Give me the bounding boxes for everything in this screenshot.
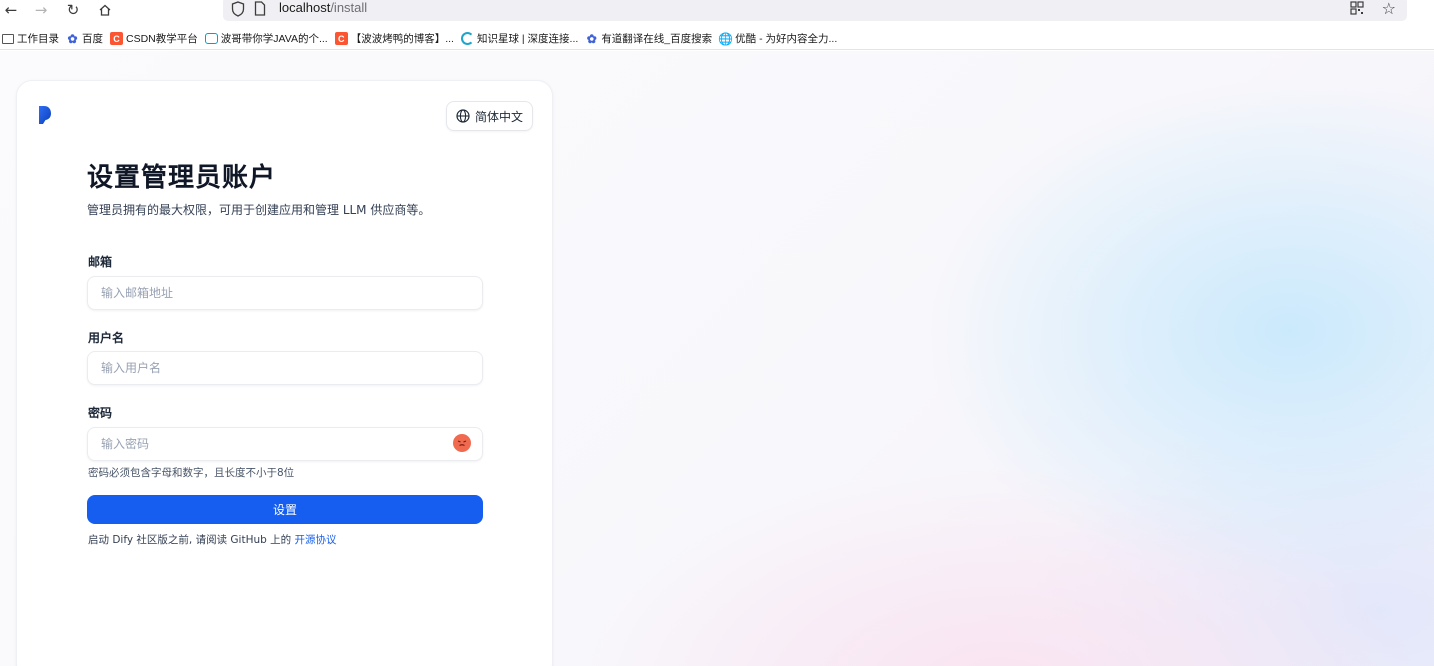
folder-icon <box>2 33 14 44</box>
bookmark-label: 有道翻译在线_百度搜索 <box>601 33 713 45</box>
home-icon[interactable] <box>94 0 116 20</box>
password-hint: 密码必须包含字母和数字，且长度不小于8位 <box>88 467 295 479</box>
forward-icon[interactable]: → <box>30 0 52 20</box>
password-label: 密码 <box>88 406 113 420</box>
language-selector[interactable]: 简体中文 <box>446 101 533 131</box>
page-info-icon[interactable] <box>254 1 266 16</box>
url-path: /install <box>330 0 368 15</box>
paw-icon: ✿ <box>586 31 597 46</box>
license-notice: 启动 Dify 社区版之前, 请阅读 GitHub 上的 开源协议 <box>88 532 336 547</box>
csdn-icon: C <box>334 32 348 45</box>
bookmark-item[interactable]: ✿ 百度 <box>64 28 108 50</box>
bookmark-label: 波哥带你学JAVA的个... <box>220 33 328 45</box>
bilibili-icon <box>204 33 218 44</box>
email-field[interactable] <box>87 276 483 310</box>
bookmark-item[interactable]: 工作目录 <box>0 28 64 50</box>
url-host: localhost <box>279 0 331 15</box>
reload-icon[interactable]: ↻ <box>62 0 84 20</box>
shield-icon[interactable] <box>231 1 245 17</box>
ring-icon <box>460 32 474 45</box>
bookmark-item[interactable]: 波哥带你学JAVA的个... <box>203 28 333 50</box>
csdn-icon: C <box>110 32 123 45</box>
email-label: 邮箱 <box>88 255 113 269</box>
license-text: 启动 Dify 社区版之前, 请阅读 GitHub 上的 <box>88 534 295 546</box>
bookmark-label: 【波波烤鸭的博客】... <box>350 33 454 45</box>
install-card: 简体中文 设置管理员账户 管理员拥有的最大权限，可用于创建应用和管理 LLM 供… <box>16 80 553 666</box>
back-icon[interactable]: ← <box>0 0 22 20</box>
bookmark-item[interactable]: 🌐 优酷 - 为好内容全力... <box>717 28 842 50</box>
bookmark-label: 工作目录 <box>17 33 59 45</box>
bookmark-label: 优酷 - 为好内容全力... <box>735 33 838 45</box>
bookmark-label: 知识星球 | 深度连接... <box>476 33 579 45</box>
username-label: 用户名 <box>88 331 125 345</box>
password-field[interactable] <box>87 427 483 461</box>
globe-icon: 🌐 <box>718 31 734 46</box>
browser-toolbar: ← → ↻ localhost/install ☆ <box>0 0 1434 26</box>
bookmark-label: CSDN教学平台 <box>126 33 198 45</box>
show-password-icon[interactable] <box>453 434 471 452</box>
address-bar[interactable]: localhost/install ☆ <box>223 0 1407 21</box>
bookmark-item[interactable]: 知识星球 | 深度连接... <box>459 28 583 50</box>
page-title: 设置管理员账户 <box>87 163 277 193</box>
bookmarks-bar: 工作目录 ✿ 百度 C CSDN教学平台 波哥带你学JAVA的个... C 【波… <box>0 28 1434 50</box>
url-text[interactable]: localhost/install <box>279 0 367 15</box>
username-field[interactable] <box>87 351 483 385</box>
language-label: 简体中文 <box>474 109 523 124</box>
dify-logo <box>39 106 51 124</box>
bookmark-item[interactable]: ✿ 有道翻译在线_百度搜索 <box>583 28 717 50</box>
bookmark-label: 百度 <box>82 33 103 45</box>
page-subtitle: 管理员拥有的最大权限，可用于创建应用和管理 LLM 供应商等。 <box>87 203 431 217</box>
setup-button[interactable]: 设置 <box>87 495 483 524</box>
globe-icon <box>456 109 470 123</box>
bookmark-star-icon[interactable]: ☆ <box>1382 0 1396 18</box>
paw-icon: ✿ <box>67 31 78 46</box>
license-link[interactable]: 开源协议 <box>294 534 336 546</box>
bookmark-item[interactable]: C 【波波烤鸭的博客】... <box>333 28 459 50</box>
qr-code-icon[interactable] <box>1350 1 1364 15</box>
bookmark-item[interactable]: C CSDN教学平台 <box>108 28 203 50</box>
